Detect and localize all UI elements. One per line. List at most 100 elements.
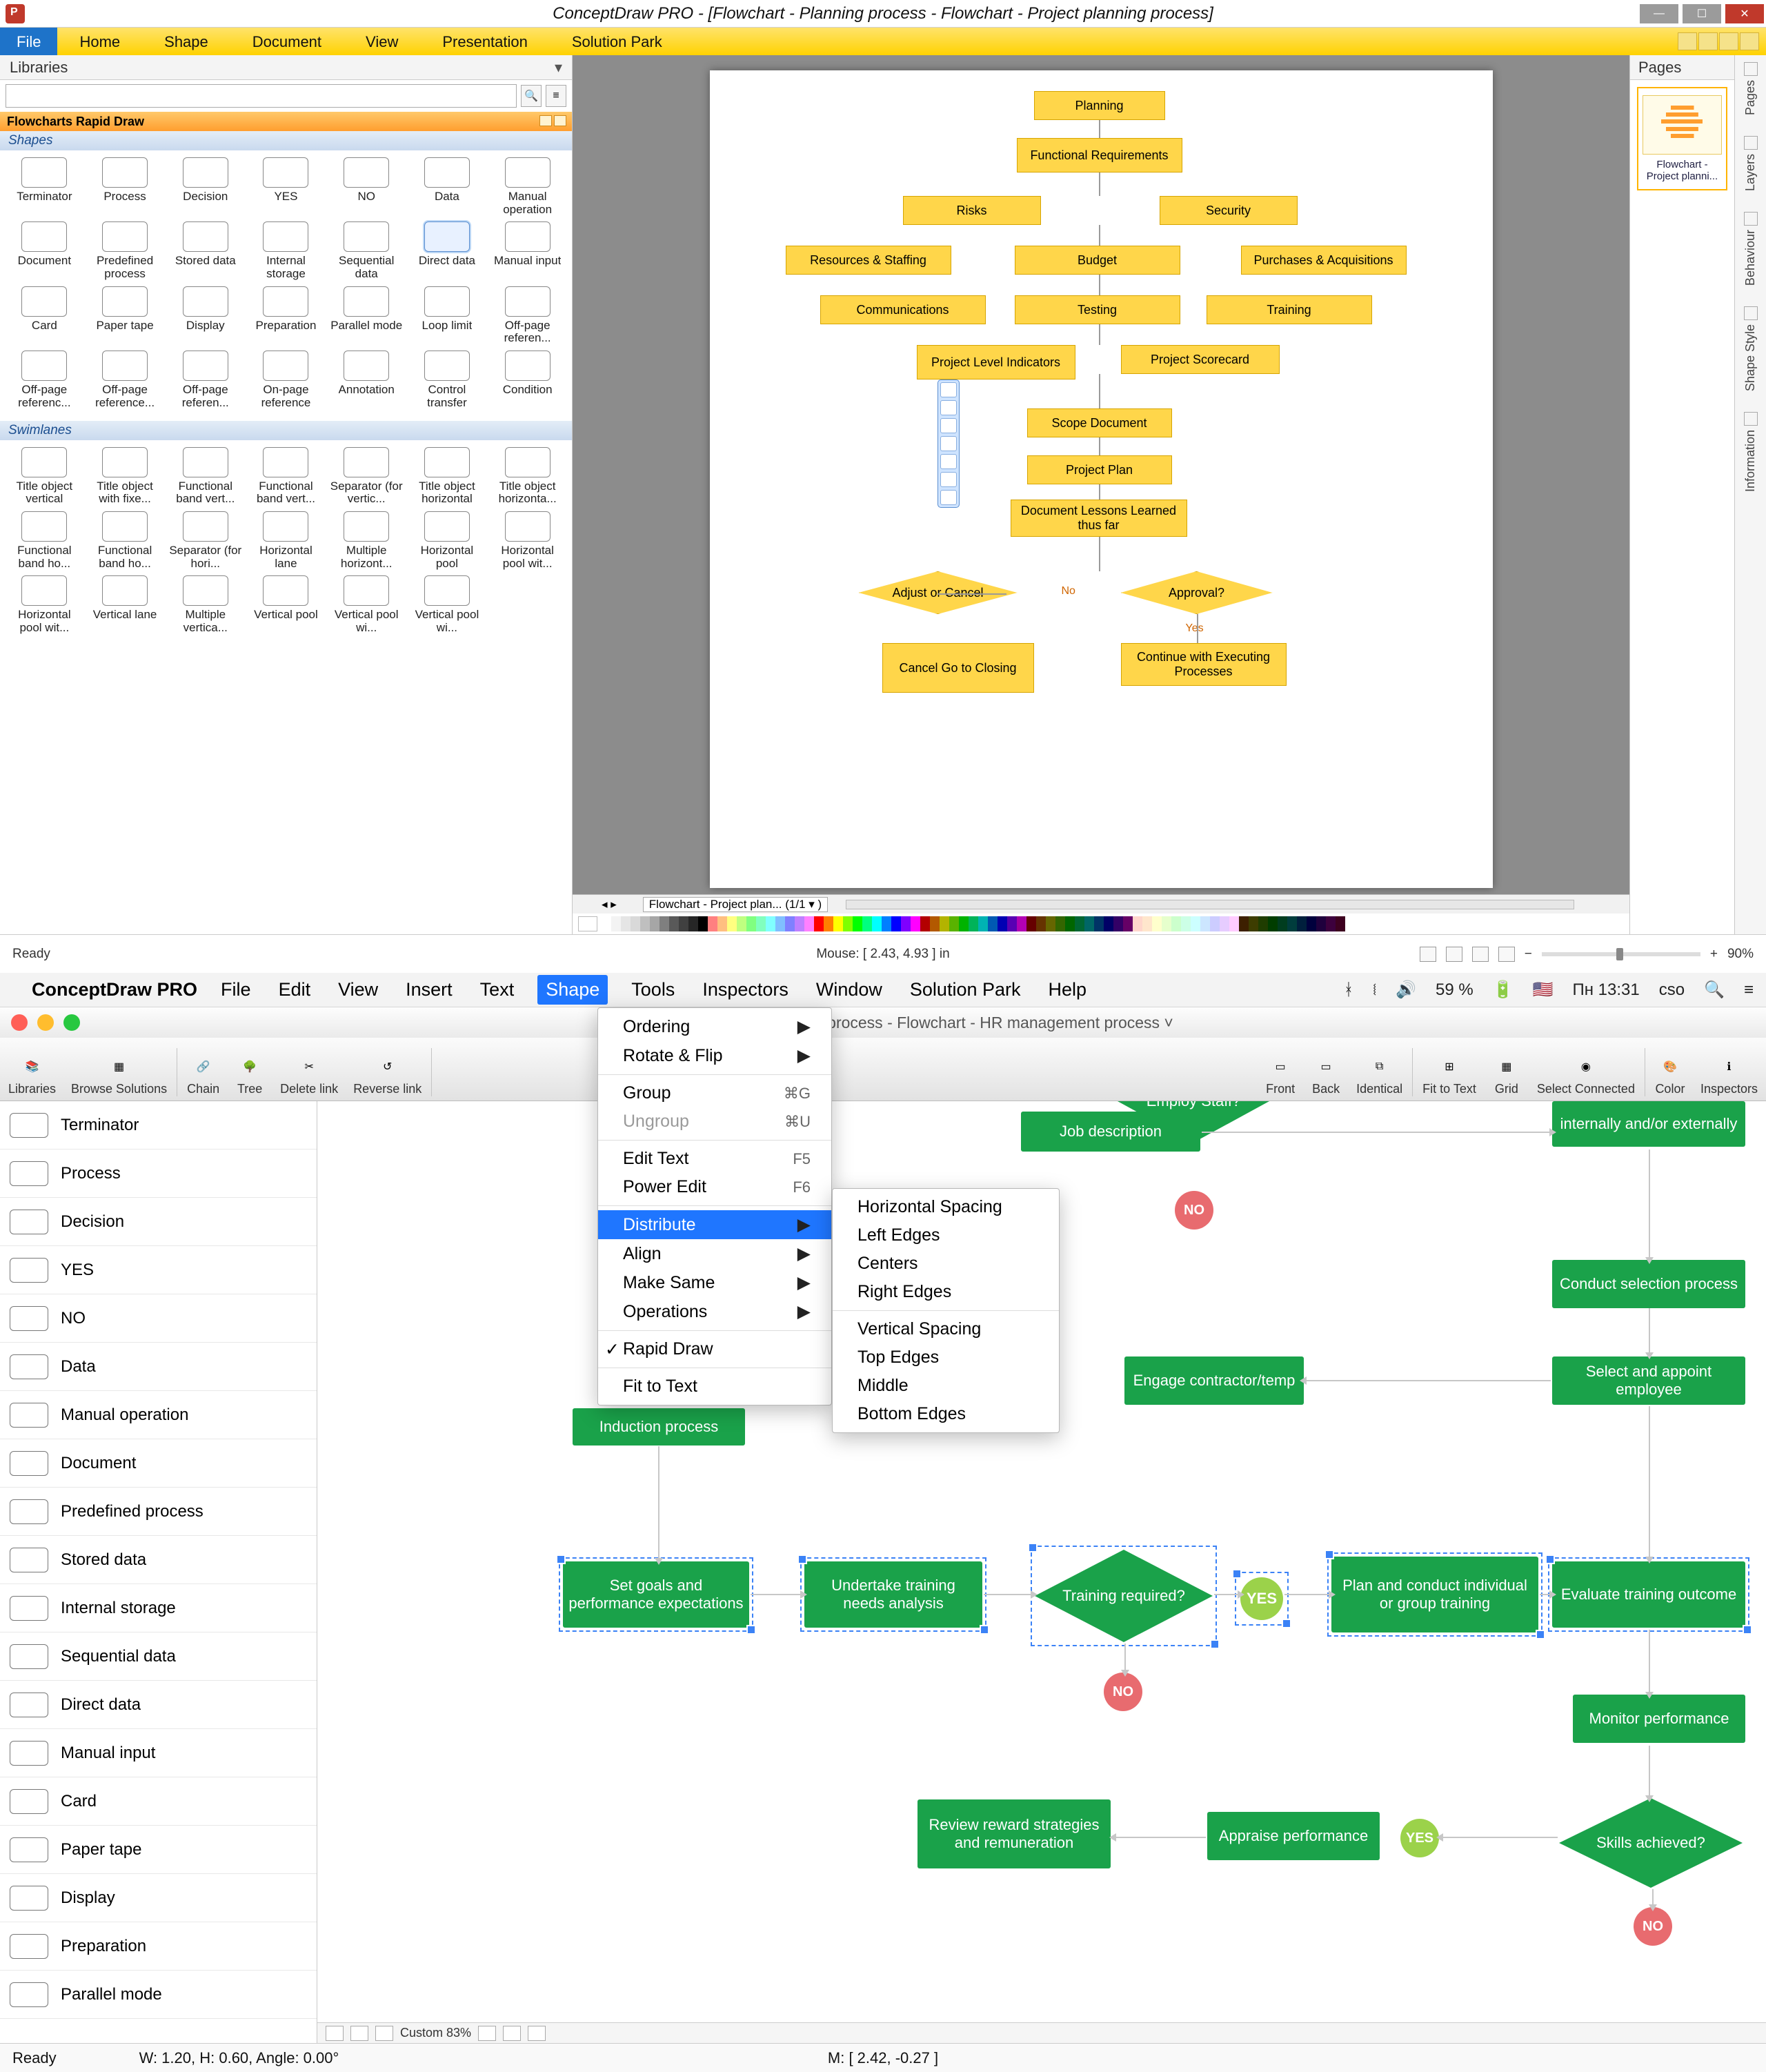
ribbon-restore-icon[interactable] [1719, 32, 1738, 50]
back-icon[interactable]: ▭ [1311, 1052, 1341, 1082]
shape-item[interactable]: Title object with fixe... [85, 444, 166, 509]
shape-item[interactable]: Functional band ho... [4, 509, 85, 573]
color-swatch[interactable] [679, 916, 688, 931]
shape-item[interactable]: Title object horizonta... [487, 444, 568, 509]
mac-lib-item[interactable]: Paper tape [0, 1826, 317, 1874]
shape-item[interactable]: Display [165, 284, 246, 348]
shape-item[interactable]: Off-page reference... [85, 348, 166, 412]
sidetab-label[interactable]: Shape Style [1743, 324, 1758, 391]
shape-item[interactable]: Decision [165, 155, 246, 219]
color-swatch[interactable] [843, 916, 853, 931]
color-swatch[interactable] [959, 916, 969, 931]
flow-node[interactable]: Risks [903, 196, 1041, 225]
canvas-page[interactable]: PlanningFunctional RequirementsRisksSecu… [710, 70, 1493, 888]
menu-shape[interactable]: Shape [142, 28, 230, 55]
shape-item[interactable]: Predefined process [85, 219, 166, 283]
sidetab-label[interactable]: Pages [1743, 80, 1758, 115]
mac-lib-item[interactable]: Direct data [0, 1681, 317, 1729]
color-swatch[interactable] [698, 916, 708, 931]
shape-item[interactable]: Vertical pool [246, 573, 326, 637]
page-tab[interactable]: Flowchart - Project plan... (1/1 ▾ ) [643, 897, 828, 912]
color-icon[interactable]: 🎨 [1655, 1052, 1685, 1082]
search-button[interactable]: 🔍 [521, 85, 542, 107]
color-swatch[interactable] [1026, 916, 1036, 931]
color-swatch[interactable] [650, 916, 659, 931]
color-swatch[interactable] [1133, 916, 1142, 931]
menu-item[interactable]: Edit TextF5 [598, 1145, 831, 1173]
sidetab-icon[interactable] [1744, 62, 1758, 76]
browse-icon[interactable]: ▦ [104, 1052, 135, 1082]
view2-icon[interactable] [503, 2026, 521, 2041]
status-icon-3[interactable] [1472, 947, 1489, 962]
flow-no[interactable]: NO [1175, 1191, 1213, 1230]
color-swatch[interactable] [1075, 916, 1084, 931]
mac-lib-item[interactable]: Parallel mode [0, 1971, 317, 2019]
mac-lib-item[interactable]: Manual input [0, 1729, 317, 1777]
horizontal-scroll[interactable]: ◂ ▸ Flowchart - Project plan... (1/1 ▾ ) [573, 894, 1629, 914]
flow-node[interactable]: Project Level Indicators [917, 345, 1075, 379]
minitool-icon[interactable] [940, 436, 957, 451]
spotlight-icon[interactable]: 🔍 [1704, 980, 1725, 1000]
shape-menu[interactable]: Ordering▶Rotate & Flip▶Group⌘GUngroup⌘UE… [597, 1007, 832, 1405]
color-swatch[interactable] [1152, 916, 1162, 931]
flow-node[interactable]: Appraise performance [1207, 1812, 1380, 1860]
status-icon-2[interactable] [1446, 947, 1462, 962]
color-swatch[interactable] [1104, 916, 1113, 931]
color-swatch[interactable] [631, 916, 640, 931]
ribbon-help-icon[interactable] [1678, 32, 1697, 50]
color-swatch[interactable] [804, 916, 814, 931]
mac-lib-item[interactable]: Process [0, 1150, 317, 1198]
wifi-icon[interactable]: ⧙ [1373, 980, 1376, 1000]
shape-item[interactable]: Document [4, 219, 85, 283]
reverselink-icon[interactable]: ↺ [373, 1052, 403, 1082]
color-swatch[interactable] [727, 916, 737, 931]
mb-insert[interactable]: Insert [401, 975, 457, 1005]
color-swatch[interactable] [766, 916, 775, 931]
flow-node[interactable]: Resources & Staffing [786, 246, 951, 275]
clock[interactable]: Пн 13:31 [1573, 980, 1640, 1000]
color-swatch[interactable] [756, 916, 766, 931]
shape-item[interactable]: Multiple horizont... [326, 509, 407, 573]
mac-lib-item[interactable]: Predefined process [0, 1488, 317, 1536]
shape-item[interactable]: Separator (for hori... [165, 509, 246, 573]
deletelink-icon[interactable]: ✂ [294, 1052, 324, 1082]
color-swatch[interactable] [737, 916, 746, 931]
scrollbar-track[interactable] [846, 900, 1574, 909]
flow-node[interactable]: Job description [1021, 1112, 1200, 1152]
color-swatch[interactable] [1336, 916, 1345, 931]
flow-no[interactable]: NO [1104, 1673, 1142, 1711]
menu-item[interactable]: Make Same▶ [598, 1268, 831, 1297]
view1-icon[interactable] [478, 2026, 496, 2041]
mac-hscroll[interactable]: Custom 83% [317, 2022, 1766, 2043]
shape-item[interactable]: On-page reference [246, 348, 326, 412]
color-swatch[interactable] [1113, 916, 1123, 931]
shape-item[interactable]: Title object horizontal [407, 444, 488, 509]
selconn-icon[interactable]: ◉ [1571, 1052, 1601, 1082]
color-swatch[interactable] [920, 916, 930, 931]
color-swatch[interactable] [882, 916, 891, 931]
shape-item[interactable]: Vertical lane [85, 573, 166, 637]
shape-item[interactable]: Paper tape [85, 284, 166, 348]
mac-lib-item[interactable]: Stored data [0, 1536, 317, 1584]
menu-item[interactable]: Right Edges [833, 1278, 1059, 1306]
libraries-icon[interactable]: 📚 [17, 1052, 48, 1082]
flow-no[interactable]: NO [1634, 1907, 1672, 1946]
shape-item[interactable]: Process [85, 155, 166, 219]
inspectors-icon[interactable]: ℹ [1714, 1052, 1744, 1082]
menu-item[interactable]: Bottom Edges [833, 1400, 1059, 1428]
color-swatch[interactable] [1287, 916, 1297, 931]
flow-node[interactable]: Budget [1015, 246, 1180, 275]
color-swatch[interactable] [824, 916, 833, 931]
shape-item[interactable]: Manual input [487, 219, 568, 283]
shape-item[interactable]: Horizontal pool wit... [487, 509, 568, 573]
color-swatch[interactable] [862, 916, 872, 931]
color-swatch[interactable] [1278, 916, 1287, 931]
color-swatch[interactable] [775, 916, 785, 931]
shape-item[interactable]: Horizontal pool [407, 509, 488, 573]
color-swatch[interactable] [785, 916, 795, 931]
zoom-label[interactable]: Custom 83% [400, 2026, 471, 2040]
color-swatch[interactable] [1017, 916, 1026, 931]
flow-node[interactable]: Cancel Go to Closing [882, 643, 1034, 693]
flow-node[interactable]: Engage contractor/temp [1124, 1356, 1304, 1405]
mac-lib-item[interactable]: Preparation [0, 1922, 317, 1971]
